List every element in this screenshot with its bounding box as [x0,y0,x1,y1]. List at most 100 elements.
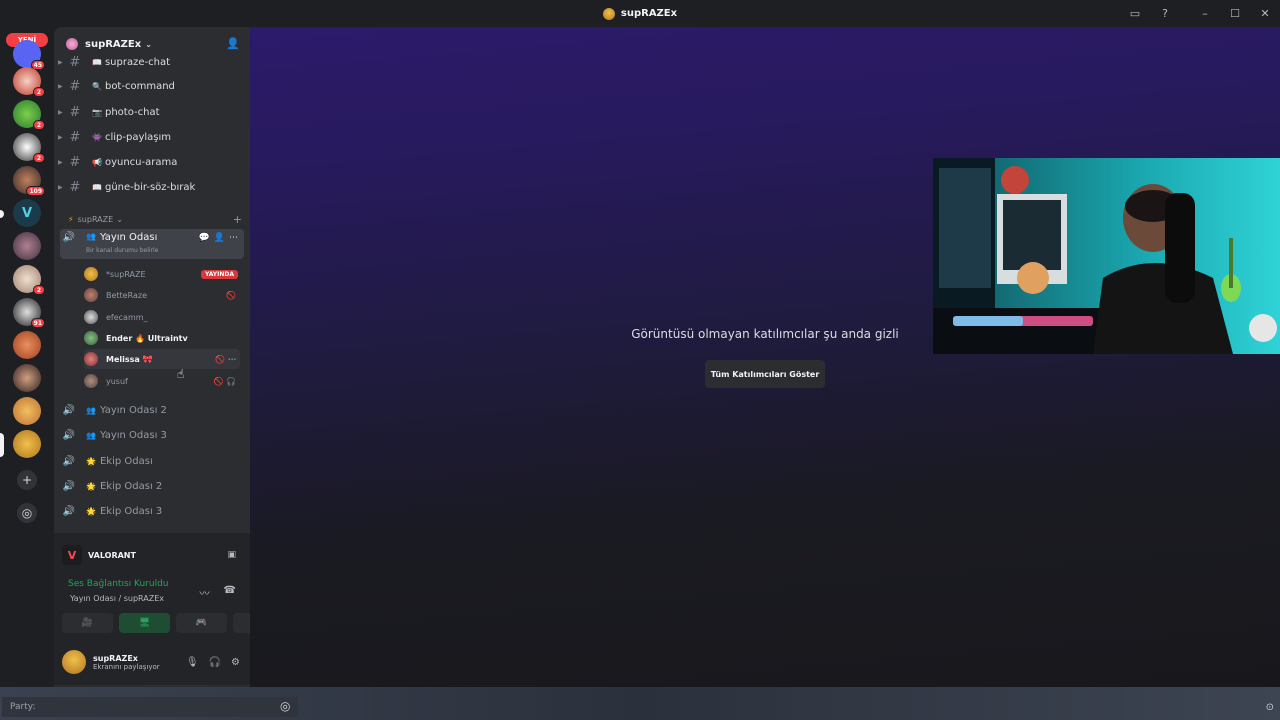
channel-item[interactable]: ▶ # 👾 clip-paylaşım [58,126,244,148]
server-icon[interactable]: 109 [13,166,45,196]
channel-item[interactable]: ▶ # 🔍 bot-command [58,75,244,97]
user-panel: supRAZEx Ekranını paylaşıyor 🎙 🎧 ⚙ [54,639,250,685]
screen-share-icon: 🖥 [138,618,151,628]
server-icon[interactable]: 2 [13,100,45,130]
voice-member[interactable]: Melissa 🎀 🚫 ⋯ [84,349,240,369]
channel-item[interactable]: ▶ # 📢 oyuncu-arama [58,151,244,173]
chat-icon[interactable]: 💬 [199,233,210,243]
channel-item[interactable]: ▶ # 📖 güne-bir-söz-bırak [58,176,244,198]
channel-item[interactable]: ▶ # 📷 photo-chat [58,101,244,123]
voice-member[interactable]: yusuf 🚫 🎧 [84,371,240,391]
speaker-icon: 🔊 [62,404,76,416]
invite-people-icon[interactable]: 👤 [226,37,240,50]
server-icon[interactable]: 45 [13,40,45,70]
screen-share-button[interactable]: 🖥 [119,613,170,633]
bottom-bar: Party: ◎ ⊙ [0,687,1280,720]
voice-member[interactable]: BetteRaze 🚫 [84,285,240,305]
speaker-icon: 🔊 [62,455,76,467]
voice-channel[interactable]: 🔊 🌟 Ekip Odası 3 [60,500,244,522]
disconnect-icon[interactable]: ☎ [224,585,236,600]
unread-pill [0,210,4,218]
live-badge: YAYINDA [200,269,238,279]
voice-member[interactable]: *supRAZE YAYINDA [84,264,240,284]
server-icon[interactable] [13,364,41,392]
voice-channel-active[interactable]: 🔊 👥 Yayın Odası Bir kanal durumu belirle… [60,229,244,259]
help-icon[interactable]: ? [1150,0,1180,27]
muted-icon: 🚫 [226,290,236,300]
member-actions[interactable]: 🚫 ⋯ [215,355,236,364]
voice-channel[interactable]: 🔊 🌟 Ekip Odası [60,450,244,472]
server-icon[interactable]: 2 [13,67,45,97]
close-button[interactable]: ✕ [1250,0,1280,27]
minimize-button[interactable]: – [1190,0,1220,27]
stop-activity-icon[interactable]: ▣ [227,550,236,560]
speaker-icon: 🔊 [62,232,76,243]
user-avatar-icon [602,7,615,20]
noise-suppression-icon[interactable]: 〰 [200,585,210,600]
headphones-icon[interactable]: 🎧 [209,657,221,668]
microphone-icon[interactable]: 🎙 [186,657,199,668]
hash-icon: # [69,104,81,120]
voice-channel[interactable]: 🔊 👥 Yayın Odası 2 [60,399,244,421]
connection-status[interactable]: Ses Bağlantısı Kuruldu [68,579,168,589]
user-name[interactable]: supRAZEx [93,654,160,663]
window-title-text: supRAZEx [620,8,678,19]
avatar [84,374,98,388]
party-icon[interactable]: ◎ [280,699,290,713]
chevron-right-icon: ▶ [58,158,63,166]
invite-icon[interactable]: 👤 [214,233,225,243]
discover-icon[interactable]: ◎ [17,503,37,523]
stream-video[interactable] [933,158,1280,354]
chevron-down-icon: ⌄ [145,39,152,49]
voice-connection-panel: Ses Bağlantısı Kuruldu Yayın Odası / sup… [54,577,284,639]
server-logo-icon [66,38,78,50]
add-server-icon[interactable]: + [17,470,37,490]
voice-channel[interactable]: 🔊 👥 Yayın Odası 3 [60,424,244,446]
server-icon[interactable] [13,232,41,260]
hash-icon: # [69,129,81,145]
connection-location[interactable]: Yayın Odası / supRAZEx [70,594,164,603]
voice-channel[interactable]: 🔊 🌟 Ekip Odası 2 [60,475,244,497]
server-icon[interactable] [13,331,41,359]
chevron-right-icon: ▶ [58,133,63,141]
server-icon[interactable] [13,397,41,425]
category-header[interactable]: ⚡ supRAZE ⌄ + [68,211,242,227]
avatar [84,267,98,281]
hash-icon: # [69,78,81,94]
hash-icon: # [69,179,81,195]
avatar [84,352,98,366]
chevron-right-icon: ▶ [58,82,63,90]
more-icon[interactable]: ⋯ [229,233,238,243]
server-icon[interactable]: 2 [13,133,45,163]
avatar [84,331,98,345]
window-title: supRAZEx [602,7,678,20]
server-name: supRAZEx [85,38,142,50]
activity-button[interactable]: 🎮 [176,613,227,633]
mouse-cursor: ☝ [177,367,185,381]
maximize-button[interactable]: ☐ [1220,0,1250,27]
avatar [84,288,98,302]
speaker-icon: 🔊 [62,505,76,517]
chevron-down-icon: ⌄ [116,214,123,224]
voice-member[interactable]: efecamm_ [84,307,240,327]
stream-preview [933,158,1280,354]
gear-icon[interactable]: ⚙ [231,657,240,668]
party-input[interactable]: Party: [2,697,298,717]
server-icon[interactable]: 91 [13,298,45,328]
voice-member[interactable]: Ender 🔥 Ultraintv [84,328,240,348]
create-channel-icon[interactable]: + [233,213,242,226]
server-list: YENİ 45 2 2 2 109 V 2 91 + ◎ [0,27,54,687]
channel-status[interactable]: Bir kanal durumu belirle [86,247,158,254]
avatar[interactable] [62,650,86,674]
channel-item[interactable]: ▶ # 📖 supraze-chat [58,51,244,73]
server-icon[interactable]: 2 [13,265,45,295]
inbox-icon[interactable]: ▭ [1120,0,1150,27]
user-status: Ekranını paylaşıyor [93,662,160,671]
voice-stage: Görüntüsü olmayan katılımcılar şu anda g… [250,27,1280,687]
valorant-server-icon[interactable]: V [13,199,41,227]
active-server-icon[interactable] [13,430,41,458]
camera-button[interactable]: 🎥 [62,613,113,633]
chevron-right-icon: ▶ [58,183,63,191]
settings-icon[interactable]: ⊙ [1266,702,1274,713]
show-all-participants-button[interactable]: Tüm Katılımcıları Göster [705,360,825,388]
